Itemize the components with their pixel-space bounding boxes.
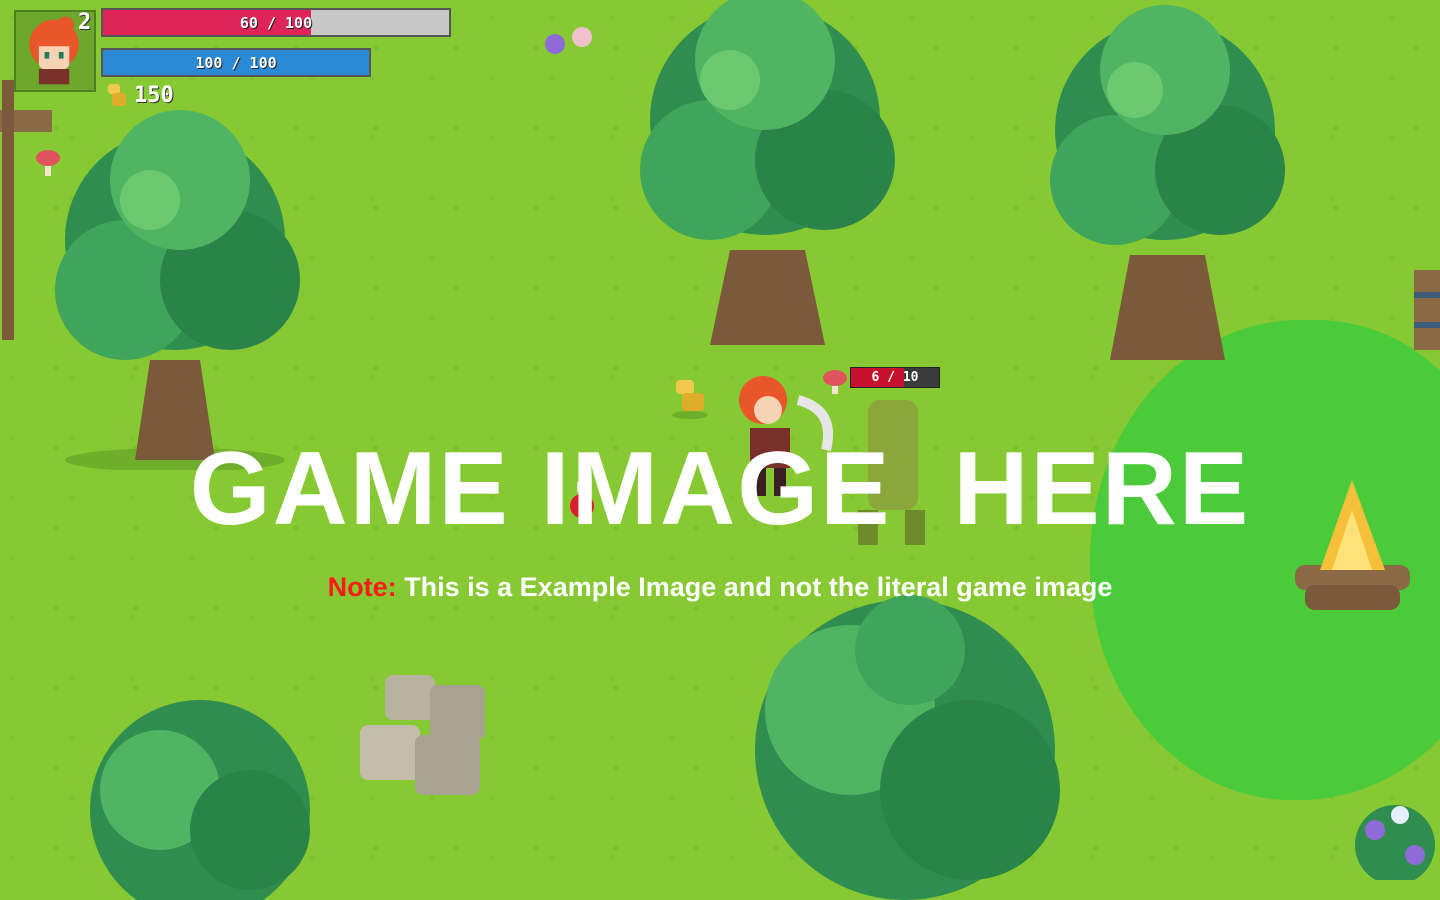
note-text: This is a Example Image and not the lite… <box>396 572 1113 602</box>
placeholder-title: GAME IMAGE HERE <box>189 431 1251 547</box>
rock-pile <box>355 670 495 805</box>
placeholder-note: Note: This is a Example Image and not th… <box>0 572 1440 603</box>
mana-bar: 100 / 100 <box>101 48 371 77</box>
mushroom <box>36 148 60 178</box>
tree <box>635 0 900 360</box>
gold-pickup[interactable] <box>670 375 710 420</box>
tree <box>40 90 310 470</box>
flower-bush <box>1350 790 1440 880</box>
note-label: Note: <box>327 572 397 602</box>
tree <box>1045 0 1290 370</box>
gold-amount: 150 <box>134 82 174 108</box>
health-bar: 60 / 100 <box>101 8 451 37</box>
game-viewport[interactable]: 6 / 10 2 60 / 100 100 / 100 150 GAME IMA… <box>0 0 1440 900</box>
player-level: 2 <box>78 10 92 35</box>
mana-bar-text: 100 / 100 <box>195 53 277 72</box>
enemy-health-text: 6 / 10 <box>871 370 919 385</box>
tree <box>740 560 1070 900</box>
barrel <box>1412 262 1440 357</box>
gold-coin-icon <box>108 84 126 106</box>
tree <box>80 680 320 900</box>
health-bar-text: 60 / 100 <box>239 13 313 32</box>
wooden-signpost <box>0 80 55 340</box>
gold-counter: 150 <box>106 82 174 108</box>
enemy-health-bar: 6 / 10 <box>850 367 940 388</box>
flower-patch <box>540 22 600 67</box>
